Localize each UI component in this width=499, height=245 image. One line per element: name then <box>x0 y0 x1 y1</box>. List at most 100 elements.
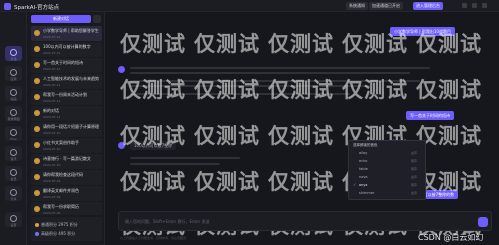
crown-icon <box>10 169 17 176</box>
app-title: SparkAI-官方站点 <box>14 5 60 11</box>
voice-option-selected[interactable]: onyx <box>359 183 368 187</box>
accelerate-button[interactable]: 加速通道已开启 <box>369 2 403 10</box>
watermark: 仅测试 <box>342 32 408 56</box>
voice-option[interactable]: shimmer <box>359 191 374 195</box>
input-placeholder: 输入您的问题，Shift+Enter 换行，Enter 发送 <box>125 219 210 224</box>
admin-button[interactable]: 进入管理后台 <box>413 2 443 10</box>
avatar <box>34 46 40 52</box>
points-panel: 普通积分 2975 积分 高级积分 495 积分 <box>31 217 102 241</box>
voice-option[interactable]: nova <box>359 175 368 179</box>
avatar <box>34 126 40 132</box>
conversation-sidebar: 新建对话 小学数学导师 | 帮助您解答学生问题2024-07-12 100以内可… <box>27 12 105 245</box>
mindmap-icon <box>10 109 17 116</box>
avatar <box>34 30 40 36</box>
avatar <box>34 78 40 84</box>
voice-option[interactable]: alloy <box>359 151 367 155</box>
close-icon[interactable] <box>482 3 487 8</box>
logo-icon <box>4 3 11 10</box>
assistant-text <box>130 163 220 165</box>
conversation-item[interactable]: 请你帮我检查这段代码 2024-07-09 <box>31 170 102 185</box>
watermark: 仅测试 <box>268 78 334 102</box>
avatar <box>34 110 40 116</box>
avatar <box>34 142 40 148</box>
voice-tag: 男声 <box>411 159 418 163</box>
normal-points: 普通积分 2975 积分 <box>35 222 78 228</box>
watermark: 仅测试 <box>194 78 260 102</box>
watermark: 仅测试 <box>194 32 260 56</box>
chat-icon <box>10 49 17 56</box>
conversation-item[interactable]: 帮我写一份周末活动计划 2024-07-11 <box>31 90 102 105</box>
rail-item-draw[interactable]: 绘画 <box>5 86 22 101</box>
voice-tag: 男声 <box>411 167 418 171</box>
new-chat-button[interactable]: 新建对话 <box>31 15 91 23</box>
watermark: 仅测试 <box>194 124 260 148</box>
rail-item-settings[interactable]: 设置 <box>5 212 22 227</box>
voice-tag: 女声 <box>411 151 418 155</box>
conversation-item[interactable]: 小红书文案创作助手 2024-07-10 <box>31 138 102 153</box>
chat-area: 小学数学导师 | 帮我出10道题目 写一首关于时间的短诗 100以内可以被7整除… <box>106 12 499 245</box>
maximize-icon[interactable] <box>472 3 477 8</box>
voice-menu-title: 选择朗读的音色 <box>353 143 378 147</box>
assistant-text <box>130 67 430 69</box>
watermark: 仅测试 <box>194 170 260 194</box>
credit-watermark: CSDN @白云如幻 <box>418 233 484 242</box>
avatar <box>34 190 40 196</box>
rail-item-chat[interactable]: 对话 <box>5 46 22 61</box>
disclaimer: 以上内容由人工智能生成，仅供参考，请注意甄别 <box>120 236 187 240</box>
top-bar: SparkAI-官方站点 系统通知 加速通道已开启 进入管理后台 <box>0 0 499 12</box>
share-icon <box>10 189 17 196</box>
avatar <box>34 94 40 100</box>
voice-tag: 女声 <box>411 191 418 195</box>
voice-option[interactable]: fable <box>359 167 368 171</box>
voice-option[interactable]: echo <box>359 159 367 163</box>
notification-button[interactable]: 系统通知 <box>346 2 368 10</box>
watermark: 仅测试 <box>120 170 186 194</box>
conversation-item[interactable]: 写一首关于时间的短诗 2024-07-12 <box>31 58 102 73</box>
nav-rail: 对话 应用 绘画 思维导图 Flux 音乐 会员 分享 设置 <box>0 12 27 245</box>
avatar <box>34 158 40 164</box>
watermark: 仅测试 <box>120 32 186 56</box>
chat-input[interactable]: 输入您的问题，Shift+Enter 换行，Enter 发送 <box>118 211 492 231</box>
check-icon: ✓ <box>353 182 357 187</box>
search-icon[interactable] <box>93 15 101 23</box>
assistant-text <box>130 157 240 159</box>
conversation-item[interactable]: 诗意旅行 · 写一篇游记散文 2024-07-10 <box>31 154 102 169</box>
rail-item-member[interactable]: 会员 <box>5 166 22 181</box>
apps-icon <box>10 69 17 76</box>
rail-item-music[interactable]: 音乐 <box>5 146 22 161</box>
avatar <box>34 174 40 180</box>
watermark: 仅测试 <box>416 32 482 56</box>
conversation-item[interactable]: 新的对话 2024-07-11 <box>31 106 102 121</box>
watermark: 仅测试 <box>416 78 482 102</box>
conversation-item[interactable]: 小学数学导师 | 帮助您解答学生问题2024-07-12 <box>31 26 102 41</box>
watermark: 仅测试 <box>268 124 334 148</box>
rail-item-apps[interactable]: 应用 <box>5 66 22 81</box>
gear-icon <box>10 215 17 222</box>
conversation-item[interactable]: 人工智能技术的发展与未来趋势 2024-07-11 <box>31 74 102 89</box>
brush-icon <box>10 89 17 96</box>
watermark: 仅测试 <box>268 32 334 56</box>
voice-menu: 选择朗读的音色 alloy 女声 echo 男声 fable 男声 nova 女… <box>348 140 426 200</box>
avatar <box>34 206 40 212</box>
voice-tag: 女声 <box>411 175 418 179</box>
conversation-item[interactable]: 请你用一段话介绍量子计算原理 2024-07-10 <box>31 122 102 137</box>
conversation-item[interactable]: 100以内可以被计算的数字 2024-07-12 <box>31 42 102 57</box>
conversation-item[interactable]: 帮我写一份求职简历 2024-07-09 <box>31 202 102 215</box>
image-icon <box>10 129 17 136</box>
voice-tag: 男声 <box>411 183 418 187</box>
watermark: 仅测试 <box>268 170 334 194</box>
watermark: 仅测试 <box>120 124 186 148</box>
user-message: 写一首关于时间的短诗 <box>406 111 454 120</box>
watermark: 仅测试 <box>342 78 408 102</box>
minimize-icon[interactable] <box>462 3 467 8</box>
watermark: 仅测试 <box>120 78 186 102</box>
rail-item-mindmap[interactable]: 思维导图 <box>5 106 22 121</box>
premium-points: 高级积分 495 积分 <box>35 231 75 237</box>
avatar <box>34 62 40 68</box>
rail-item-flux[interactable]: Flux <box>5 126 22 141</box>
rail-item-share[interactable]: 分享 <box>5 186 22 201</box>
conversation-item[interactable]: 翻译英文邮件并润色 2024-07-09 <box>31 186 102 201</box>
assistant-avatar <box>118 66 125 73</box>
send-icon[interactable] <box>478 217 488 227</box>
music-icon <box>10 149 17 156</box>
